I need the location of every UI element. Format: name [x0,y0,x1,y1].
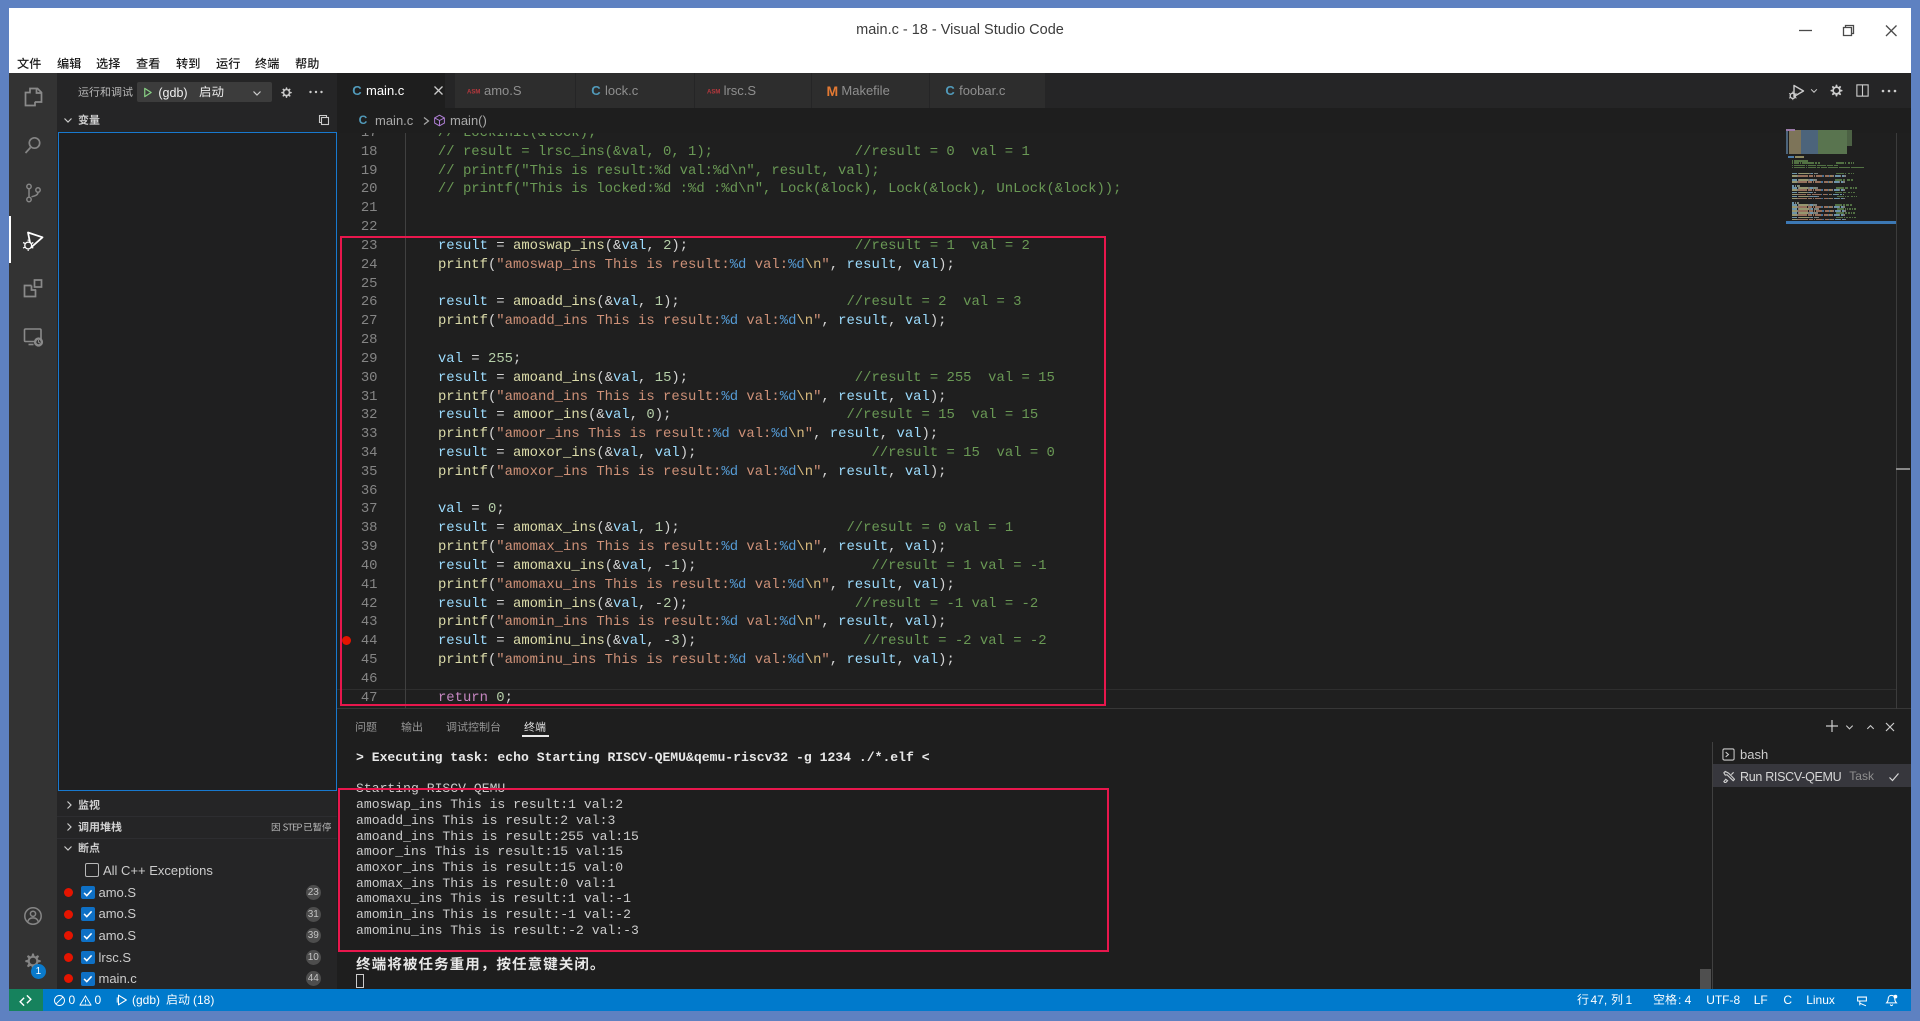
svg-text:ASM: ASM [467,89,480,95]
svg-text:ASM: ASM [707,89,720,95]
